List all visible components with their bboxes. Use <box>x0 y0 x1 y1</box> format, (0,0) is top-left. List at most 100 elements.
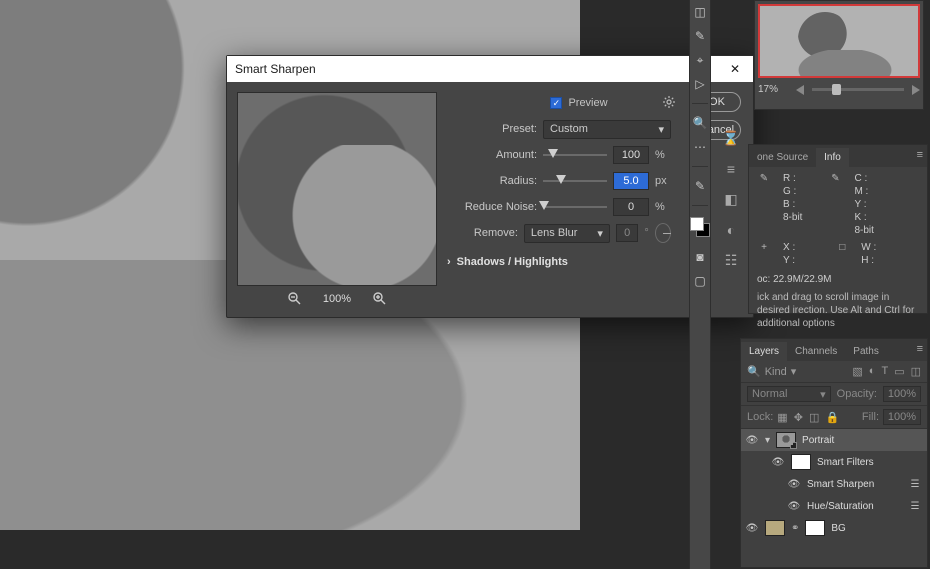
eyedropper-icon: ✎ <box>828 173 842 184</box>
tab-channels[interactable]: Channels <box>787 342 845 361</box>
chevron-down-icon: ▾ <box>658 123 664 136</box>
history-panel-icon[interactable]: ⌛ <box>722 130 739 147</box>
link-icon[interactable]: ⚭ <box>791 523 799 534</box>
visibility-icon[interactable]: 👁 <box>745 435 759 446</box>
layer-filter-smart-sharpen[interactable]: 👁 Smart Sharpen ☰ <box>741 473 927 495</box>
radius-input[interactable]: 5.0 <box>613 172 649 190</box>
navigator-zoom-value: 17% <box>758 84 788 95</box>
visibility-icon[interactable]: 👁 <box>745 523 759 534</box>
fill-label: Fill: <box>862 411 879 423</box>
filter-adjust-icon[interactable]: ◐ <box>869 365 876 378</box>
navigator-zoom-slider[interactable] <box>812 88 904 91</box>
navigator-image[interactable] <box>758 4 920 78</box>
noise-slider[interactable] <box>543 198 607 216</box>
dialog-title: Smart Sharpen <box>235 62 316 76</box>
radius-unit: px <box>655 175 671 187</box>
layer-thumbnail[interactable] <box>776 432 796 448</box>
libraries-panel-icon[interactable]: ☷ <box>725 252 738 269</box>
zoom-in-icon[interactable] <box>373 292 386 305</box>
lock-artboard-icon[interactable]: ◫ <box>809 412 819 424</box>
adjustments-panel-icon[interactable]: ◐ <box>727 222 735 238</box>
preview-thumbnail[interactable] <box>237 92 437 286</box>
actions-panel-icon[interactable]: ≡ <box>727 161 735 177</box>
zoom-out-icon[interactable] <box>288 292 301 305</box>
visibility-icon[interactable]: 👁 <box>771 457 785 468</box>
visibility-icon[interactable]: 👁 <box>787 501 801 512</box>
layer-thumbnail[interactable] <box>765 520 785 536</box>
properties-panel-icon[interactable]: ◧ <box>724 191 737 208</box>
foreground-swatch[interactable] <box>690 217 704 231</box>
info-x: X : <box>783 242 795 253</box>
crosshair-icon: + <box>757 242 771 253</box>
close-icon[interactable]: ✕ <box>725 62 745 76</box>
zoom-level: 100% <box>323 293 351 305</box>
amount-input[interactable]: 100 <box>613 146 649 164</box>
pen-tool-icon[interactable]: ▷ <box>692 76 708 92</box>
collapsed-panels-strip: ⌛ ≡ ◧ ◐ ☷ <box>716 130 746 269</box>
angle-dial[interactable] <box>655 223 671 243</box>
remove-select[interactable]: Lens Blur ▾ <box>524 224 610 243</box>
zoom-out-icon[interactable] <box>796 85 804 95</box>
filter-pixel-icon[interactable]: ▧ <box>852 365 862 378</box>
zoom-in-icon[interactable] <box>912 85 920 95</box>
filter-blend-icon[interactable]: ☰ <box>907 501 923 512</box>
filter-mask-thumbnail[interactable] <box>791 454 811 470</box>
opacity-input[interactable]: 100% <box>883 386 921 402</box>
filter-type-icon[interactable]: T <box>881 365 888 378</box>
tab-info[interactable]: Info <box>816 148 849 167</box>
amount-unit: % <box>655 149 671 161</box>
layer-bg[interactable]: 👁 ⚭ BG <box>741 517 927 539</box>
frame-tool-icon[interactable]: ⌖ <box>692 52 708 68</box>
preview-label: Preview <box>568 97 607 109</box>
info-g: G : <box>783 186 802 197</box>
opacity-label: Opacity: <box>837 388 877 400</box>
info-panel: ≡ one Source Info ✎ R : G : B : 8-bit ✎ … <box>748 144 928 314</box>
crop-tool-icon[interactable]: ◫ <box>692 4 708 20</box>
radius-slider[interactable] <box>543 172 607 190</box>
preset-label: Preset: <box>447 123 537 135</box>
fill-input[interactable]: 100% <box>883 409 921 425</box>
filter-smart-icon[interactable]: ◫ <box>911 365 921 378</box>
preview-checkbox[interactable]: ✓ <box>550 97 562 109</box>
remove-label: Remove: <box>447 227 518 239</box>
blend-mode-select[interactable]: Normal▾ <box>747 386 831 402</box>
amount-slider[interactable] <box>543 146 607 164</box>
info-r: R : <box>783 173 802 184</box>
noise-input[interactable]: 0 <box>613 198 649 216</box>
panel-menu-icon[interactable]: ≡ <box>917 149 923 161</box>
chevron-down-icon: ▾ <box>597 227 603 240</box>
shadows-highlights-toggle[interactable]: › Shadows / Highlights <box>447 256 671 268</box>
tab-paths[interactable]: Paths <box>845 342 887 361</box>
dialog-titlebar[interactable]: Smart Sharpen ✕ <box>227 56 753 82</box>
radius-label: Radius: <box>447 175 537 187</box>
quickmask-icon[interactable]: ◙ <box>692 249 708 265</box>
layer-filter-kind[interactable]: 🔍 Kind ▾ <box>747 365 848 378</box>
eyedropper-tool-icon[interactable]: ✎ <box>692 28 708 44</box>
remove-angle-input[interactable]: 0 <box>616 224 638 242</box>
panel-menu-icon[interactable]: ≡ <box>917 343 923 355</box>
visibility-icon[interactable]: 👁 <box>787 479 801 490</box>
lock-position-icon[interactable]: ✥ <box>794 412 803 424</box>
preset-select[interactable]: Custom ▾ <box>543 120 671 139</box>
filter-blend-icon[interactable]: ☰ <box>907 479 923 490</box>
layer-portrait[interactable]: 👁 ▾ Portrait <box>741 429 927 451</box>
more-tools-icon[interactable]: ⋯ <box>692 139 708 155</box>
lock-pixels-icon[interactable]: ▦ <box>777 412 787 424</box>
layer-mask-thumbnail[interactable] <box>805 520 825 536</box>
eyedropper-icon: ✎ <box>757 173 771 184</box>
tab-layers[interactable]: Layers <box>741 342 787 361</box>
layer-filter-hue-saturation[interactable]: 👁 Hue/Saturation ☰ <box>741 495 927 517</box>
lock-all-icon[interactable]: 🔒 <box>826 412 840 424</box>
filter-shape-icon[interactable]: ▭ <box>894 365 904 378</box>
search-icon: 🔍 <box>747 365 761 378</box>
layers-panel: ≡ Layers Channels Paths 🔍 Kind ▾ ▧ ◐ T ▭… <box>740 338 928 568</box>
screenmode-icon[interactable]: ▢ <box>692 273 708 289</box>
zoom-tool-icon[interactable]: 🔍 <box>692 115 708 131</box>
edit-toolbar-icon[interactable]: ✎ <box>692 178 708 194</box>
tab-clone-source[interactable]: one Source <box>749 148 816 167</box>
chevron-down-icon[interactable]: ▾ <box>765 435 770 446</box>
layer-smart-filters[interactable]: 👁 Smart Filters <box>741 451 927 473</box>
info-docsize: oc: 22.9M/22.9M <box>749 272 927 289</box>
info-y: Y : <box>854 199 873 210</box>
amount-label: Amount: <box>447 149 537 161</box>
